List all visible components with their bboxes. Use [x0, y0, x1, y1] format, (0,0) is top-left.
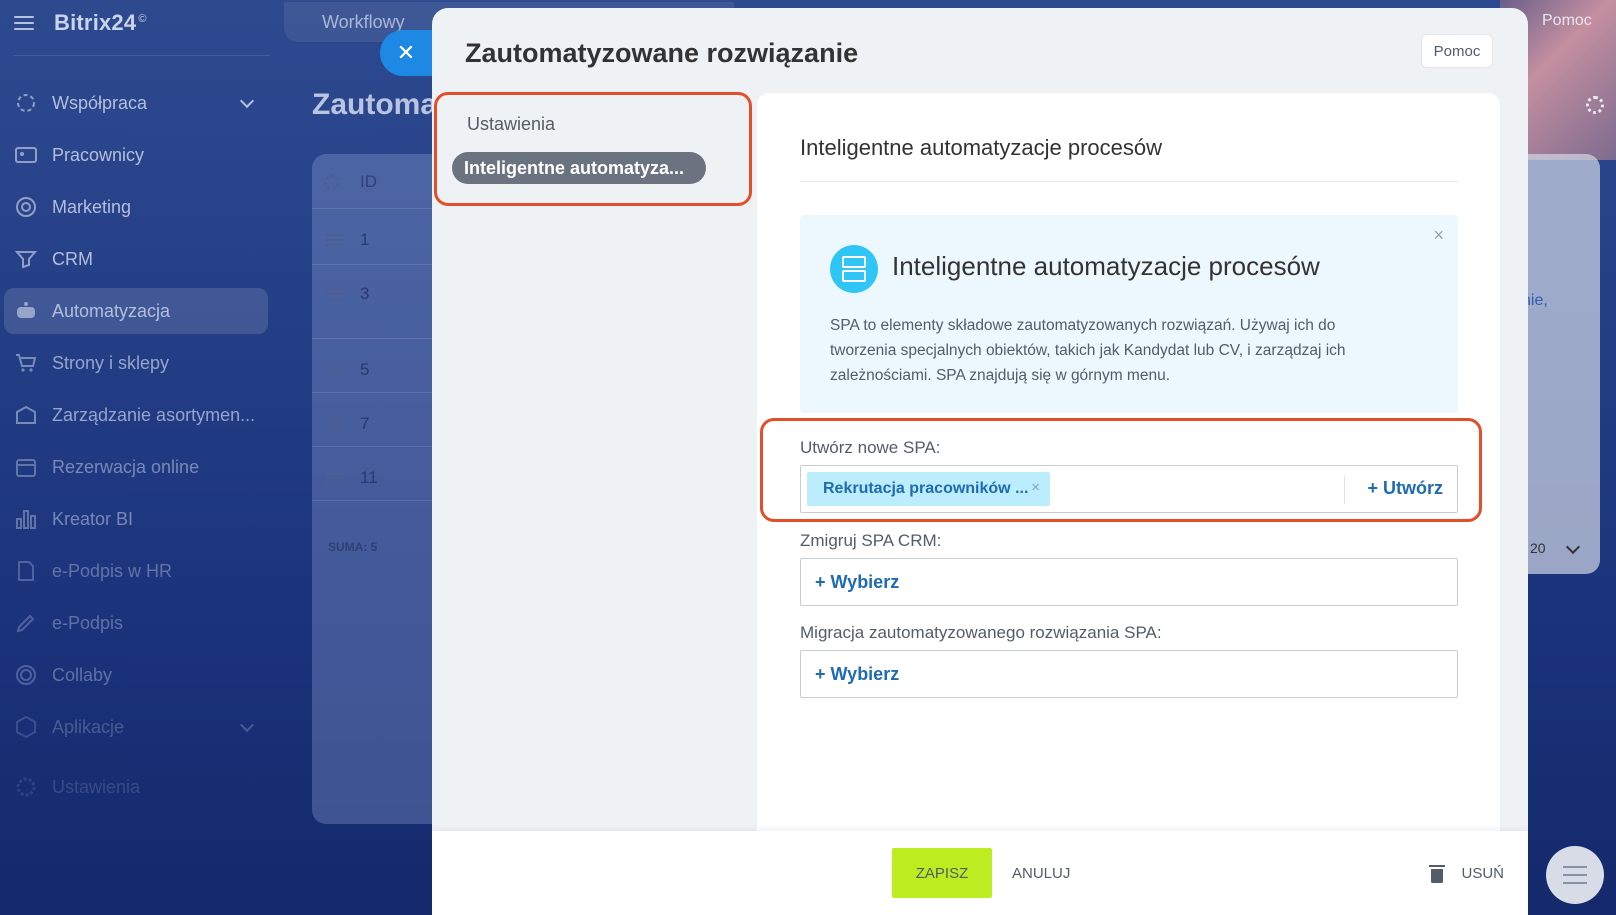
sidebar-item-marketing[interactable]: Marketing	[4, 184, 268, 230]
drag-handle-icon[interactable]	[326, 418, 344, 430]
sidebar-item-settings[interactable]: Ustawienia	[4, 764, 268, 810]
cancel-button[interactable]: ANULUJ	[1012, 865, 1070, 882]
chart-icon	[16, 510, 36, 529]
migration-solution-label: Migracja zautomatyzowanego rozwiązania S…	[800, 623, 1162, 642]
sidebar-item-label: CRM	[52, 248, 93, 269]
save-button[interactable]: ZAPISZ	[892, 848, 992, 898]
page-size[interactable]: 20	[1530, 540, 1546, 556]
sidebar-nav: Współpraca Pracownicy Marketing CRM Auto…	[4, 80, 268, 816]
list-icon	[1563, 866, 1587, 884]
inventory-icon	[16, 405, 36, 424]
sidebar-item-label: Kreator BI	[52, 508, 134, 529]
divider	[14, 55, 270, 56]
logo[interactable]: Bitrix24 ©	[54, 10, 147, 36]
table-cell-id: 3	[360, 284, 370, 303]
sidebar-item-automation[interactable]: Automatyzacja	[4, 288, 268, 334]
signature-icon	[16, 614, 35, 633]
drag-handle-icon[interactable]	[326, 288, 344, 300]
info-title: Inteligentne automatyzacje procesów	[892, 251, 1320, 281]
migrate-spa-label: Zmigruj SPA CRM:	[800, 531, 942, 550]
gear-icon[interactable]	[324, 174, 340, 190]
cart-icon	[16, 354, 37, 372]
sidebar-item-label: Collaby	[52, 664, 113, 685]
top-menu-workflows[interactable]: Workflowy	[322, 12, 405, 33]
sidebar-item-label: Pracownicy	[52, 144, 145, 165]
migrate-spa-field[interactable]: + Wybierz	[800, 558, 1458, 606]
column-header-id[interactable]: ID	[360, 172, 377, 192]
page-title: Zautoma	[312, 88, 438, 121]
migration-solution-field[interactable]: + Wybierz	[800, 650, 1458, 698]
table-cell-id: 11	[360, 468, 378, 487]
collab-icon	[17, 94, 35, 112]
calendar-icon	[16, 459, 36, 477]
chevron-down-icon	[239, 717, 255, 733]
sidebar-item-label: Marketing	[52, 196, 132, 217]
sidebar-item-label: Ustawienia	[52, 776, 141, 797]
choose-button[interactable]: + Wybierz	[815, 572, 899, 593]
info-text: SPA to elementy składowe zautomatyzowany…	[830, 317, 1346, 384]
sidebar-item-label: Aplikacje	[52, 716, 125, 737]
sidebar-item-collaboration[interactable]: Współpraca	[4, 80, 268, 126]
logo-row: Bitrix24 ©	[14, 8, 147, 38]
table-total: SUMA: 5	[328, 540, 378, 554]
highlight-frame	[434, 92, 752, 206]
table-cell-id: 1	[360, 230, 370, 249]
drag-handle-icon[interactable]	[326, 234, 344, 246]
collaby-icon	[16, 665, 36, 685]
sidebar-item-label: Rezerwacja online	[52, 456, 200, 477]
sidebar-item-sites[interactable]: Strony i sklepy	[4, 340, 268, 386]
sidebar-item-label: Współpraca	[52, 92, 148, 113]
help-button[interactable]: Pomoc	[1421, 34, 1493, 68]
section-title: Inteligentne automatyzacje procesów	[800, 135, 1162, 160]
table-cell-id: 7	[360, 414, 370, 433]
chat-button[interactable]	[1546, 846, 1604, 904]
help-link[interactable]: Pomoc	[1542, 12, 1592, 30]
footer: ZAPISZ ANULUJ USUŃ	[432, 831, 1528, 915]
drag-handle-icon[interactable]	[326, 364, 344, 376]
sidebar-item-apps[interactable]: Aplikacje	[4, 704, 268, 750]
divider	[800, 181, 1458, 182]
chevron-down-icon	[239, 93, 255, 109]
sidebar-item-esign-hr[interactable]: e-Podpis w HR	[4, 548, 268, 594]
gear-icon[interactable]	[1586, 96, 1604, 114]
automation-icon	[17, 302, 35, 318]
info-box: × Inteligentne automatyzacje procesów SP…	[800, 215, 1458, 413]
slider-title: Zautomatyzowane rozwiązanie	[465, 38, 859, 68]
sidebar-item-esign[interactable]: e-Podpis	[4, 600, 268, 646]
gear-icon	[16, 777, 36, 797]
sidebar-item-label: Strony i sklepy	[52, 352, 170, 373]
sidebar: Bitrix24 © Współpraca Pracownicy Marketin…	[0, 0, 280, 915]
delete-button[interactable]: USUŃ	[1429, 864, 1504, 883]
sidebar-item-crm[interactable]: CRM	[4, 236, 268, 282]
close-icon: ✕	[396, 40, 416, 65]
sidebar-item-booking[interactable]: Rezerwacja online	[4, 444, 268, 490]
crm-icon	[14, 251, 38, 269]
sidebar-item-label: e-Podpis	[52, 612, 124, 633]
trash-icon	[1429, 864, 1446, 883]
sidebar-item-label: e-Podpis w HR	[52, 560, 173, 581]
background-table: ID 1 3 5 7 11 SUMA: 5	[312, 154, 452, 824]
close-slider-button[interactable]: ✕	[380, 30, 432, 76]
sidebar-item-bi[interactable]: Kreator BI	[4, 496, 268, 542]
marketing-icon	[16, 197, 36, 217]
sidebar-item-label: Automatyzacja	[52, 300, 171, 321]
document-icon	[18, 561, 34, 581]
apps-icon	[16, 715, 36, 739]
sidebar-item-employees[interactable]: Pracownicy	[4, 132, 268, 178]
choose-button[interactable]: + Wybierz	[815, 664, 899, 685]
sidebar-item-label: Zarządzanie asortymen...	[52, 404, 256, 425]
delete-label: USUŃ	[1461, 865, 1504, 882]
sidebar-item-collaby[interactable]: Collaby	[4, 652, 268, 698]
storage-icon	[830, 245, 878, 293]
menu-icon[interactable]	[14, 16, 34, 30]
table-cell-id: 5	[360, 360, 370, 379]
highlight-frame	[760, 418, 1482, 522]
drag-handle-icon[interactable]	[326, 472, 344, 484]
employees-icon	[15, 147, 37, 163]
close-icon[interactable]: ×	[1433, 225, 1444, 246]
sidebar-item-inventory[interactable]: Zarządzanie asortymen...	[4, 392, 268, 438]
